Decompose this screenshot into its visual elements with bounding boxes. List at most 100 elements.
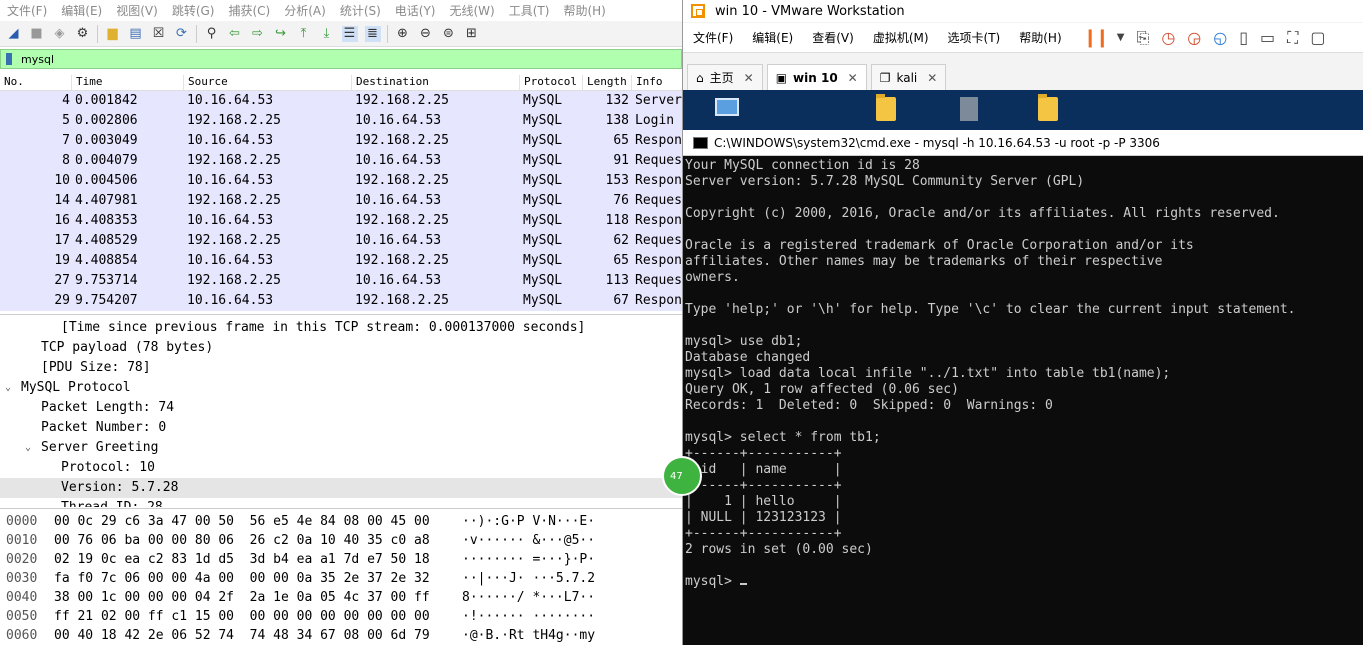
save-file-icon[interactable]: ▤ [128,26,144,42]
stop-capture-icon[interactable]: ■ [29,26,45,42]
cmd-console[interactable]: Your MySQL connection id is 28 Server ve… [683,156,1363,645]
find-packet-icon[interactable]: ⚲ [204,26,220,42]
menu-item[interactable]: 文件(F) [0,2,54,19]
this-pc-icon[interactable] [715,98,739,116]
unity-icon[interactable]: ▢ [1310,28,1325,47]
colorize-icon[interactable]: ≣ [364,25,381,42]
snapshot-icon[interactable]: ◷ [1161,28,1175,47]
vm-menu-item[interactable]: 虚拟机(M) [861,29,936,46]
close-icon[interactable]: ✕ [848,71,858,85]
expand-chevron-icon[interactable]: ⌄ [5,378,11,398]
sidebar-toggle-icon[interactable]: ▯ [1239,28,1248,47]
menu-item[interactable]: 电话(Y) [388,2,443,19]
go-back-icon[interactable]: ⇦ [227,26,243,42]
open-file-icon[interactable]: ▆ [105,26,121,42]
hex-row[interactable]: 0000 00 0c 29 c6 3a 47 00 50 56 e5 4e 84 … [0,512,682,531]
packet-row[interactable]: 29 9.754207 10.16.64.53 192.168.2.25 MySQL 67… [0,291,682,311]
hex-row[interactable]: 0050 ff 21 02 00 ff c1 15 00 00 00 00 00 … [0,607,682,626]
vm-menu-item[interactable]: 选项卡(T) [936,29,1008,46]
reload-file-icon[interactable]: ⟳ [174,26,190,42]
detail-tree-item[interactable]: Packet Number: 0 [0,418,682,438]
fullscreen-icon[interactable]: ⛶ [1287,28,1298,48]
hex-row[interactable]: 0040 38 00 1c 00 00 00 04 2f 2a 1e 0a 05 … [0,588,682,607]
packet-cell-protocol: MySQL [523,113,563,128]
hex-row[interactable]: 0030 fa f0 7c 06 00 00 4a 00 00 00 0a 35 … [0,569,682,588]
capture-options-icon[interactable]: ⚙ [75,26,91,42]
revert-snapshot-icon[interactable]: ◶ [1187,28,1201,47]
send-ctrl-alt-del-icon[interactable]: ⎘ [1137,28,1150,48]
hex-row[interactable]: 0060 00 40 18 42 2e 06 52 74 74 48 34 67 … [0,626,682,645]
server-icon[interactable] [960,97,978,121]
hex-row[interactable]: 0010 00 76 06 ba 00 00 80 06 26 c2 0a 10 … [0,531,682,550]
packet-row[interactable]: 16 4.408353 10.16.64.53 192.168.2.25 MySQL 11… [0,211,682,231]
resize-columns-icon[interactable]: ⊞ [464,26,480,42]
last-packet-icon[interactable]: ⤓ [319,26,335,42]
column-no[interactable]: No. [0,75,24,90]
menu-item[interactable]: 工具(T) [502,2,557,19]
vm-menu-item[interactable]: 编辑(E) [740,29,800,46]
column-length[interactable]: Length [582,75,627,90]
packet-row[interactable]: 27 9.753714 192.168.2.25 10.16.64.53 MySQL 11… [0,271,682,291]
floating-status-badge[interactable]: 47 [662,456,702,496]
menu-item[interactable]: 统计(S) [333,2,388,19]
column-destination[interactable]: Destination [351,75,429,90]
menu-item[interactable]: 分析(A) [277,2,333,19]
first-packet-icon[interactable]: ⤒ [296,26,312,42]
pause-vm-icon[interactable]: ❙❙ [1083,27,1110,48]
vm-menu-item[interactable]: 帮助(H) [1007,29,1068,46]
detail-tree-item[interactable]: Thread ID: 28 [0,498,682,507]
close-icon[interactable]: ✕ [744,71,754,85]
tab-home[interactable]: ⌂ 主页 ✕ [687,64,763,90]
folder-icon[interactable] [876,94,896,121]
packet-row[interactable]: 8 0.004079 192.168.2.25 10.16.64.53 MySQL 91 R… [0,151,682,171]
packet-row[interactable]: 7 0.003049 10.16.64.53 192.168.2.25 MySQL 65 R… [0,131,682,151]
detail-tree-item[interactable]: [Time since previous frame in this TCP s… [0,318,682,338]
menu-item[interactable]: 编辑(E) [54,2,109,19]
console-view-icon[interactable]: ▭ [1260,28,1275,47]
packet-row[interactable]: 10 0.004506 10.16.64.53 192.168.2.25 MySQL 15… [0,171,682,191]
detail-tree-item[interactable]: ⌄ MySQL Protocol [0,378,682,398]
close-file-icon[interactable]: ☒ [151,26,167,42]
menu-item[interactable]: 捕获(C) [221,2,277,19]
folder-icon[interactable] [1038,94,1058,121]
display-filter-input[interactable] [19,51,623,67]
snapshot-manager-icon[interactable]: ◵ [1213,28,1227,47]
menu-item[interactable]: 跳转(G) [165,2,222,19]
menu-item[interactable]: 无线(W) [443,2,502,19]
detail-tree-item[interactable]: TCP payload (78 bytes) [0,338,682,358]
vm-menu-item[interactable]: 文件(F) [683,29,740,46]
column-info[interactable]: Info [631,75,663,90]
packet-row[interactable]: 4 0.001842 10.16.64.53 192.168.2.25 MySQL 132… [0,91,682,111]
zoom-out-icon[interactable]: ⊖ [418,26,434,42]
zoom-reset-icon[interactable]: ⊜ [441,26,457,42]
tab-kali[interactable]: ❐ kali ✕ [870,64,947,90]
power-dropdown-chevron-icon[interactable]: ▼ [1117,32,1125,43]
packet-row[interactable]: 5 0.002806 192.168.2.25 10.16.64.53 MySQL 138… [0,111,682,131]
detail-tree-item[interactable]: Version: 5.7.28 [0,478,682,498]
hex-row[interactable]: 0020 02 19 0c ea c2 83 1d d5 3d b4 ea a1 … [0,550,682,569]
close-icon[interactable]: ✕ [927,71,937,85]
column-protocol[interactable]: Protocol [519,75,577,90]
go-to-packet-icon[interactable]: ↪ [273,26,289,42]
packet-row[interactable]: 17 4.408529 192.168.2.25 10.16.64.53 MySQL 62… [0,231,682,251]
detail-tree-item[interactable]: ⌄ Server Greeting [0,438,682,458]
menu-item[interactable]: 视图(V) [109,2,165,19]
shark-fin-start-icon[interactable]: ◢ [6,26,22,42]
tab-win10[interactable]: ▣ win 10 ✕ [766,64,867,90]
restart-capture-icon[interactable]: ◈ [52,26,68,42]
packet-cell-destination: 192.168.2.25 [355,93,449,108]
packet-row[interactable]: 14 4.407981 192.168.2.25 10.16.64.53 MySQL 76… [0,191,682,211]
zoom-in-icon[interactable]: ⊕ [395,26,411,42]
column-source[interactable]: Source [183,75,228,90]
go-forward-icon[interactable]: ⇨ [250,26,266,42]
menu-item[interactable]: 帮助(H) [556,2,612,19]
column-time[interactable]: Time [71,75,103,90]
packet-row[interactable]: 19 4.408854 10.16.64.53 192.168.2.25 MySQL 65… [0,251,682,271]
detail-tree-item[interactable]: Protocol: 10 [0,458,682,478]
detail-tree-item[interactable]: Packet Length: 74 [0,398,682,418]
bookmark-icon[interactable] [6,53,12,65]
detail-tree-item[interactable]: [PDU Size: 78] [0,358,682,378]
expand-chevron-icon[interactable]: ⌄ [25,438,31,458]
vm-menu-item[interactable]: 查看(V) [800,29,861,46]
autoscroll-icon[interactable]: ☰ [341,25,358,42]
